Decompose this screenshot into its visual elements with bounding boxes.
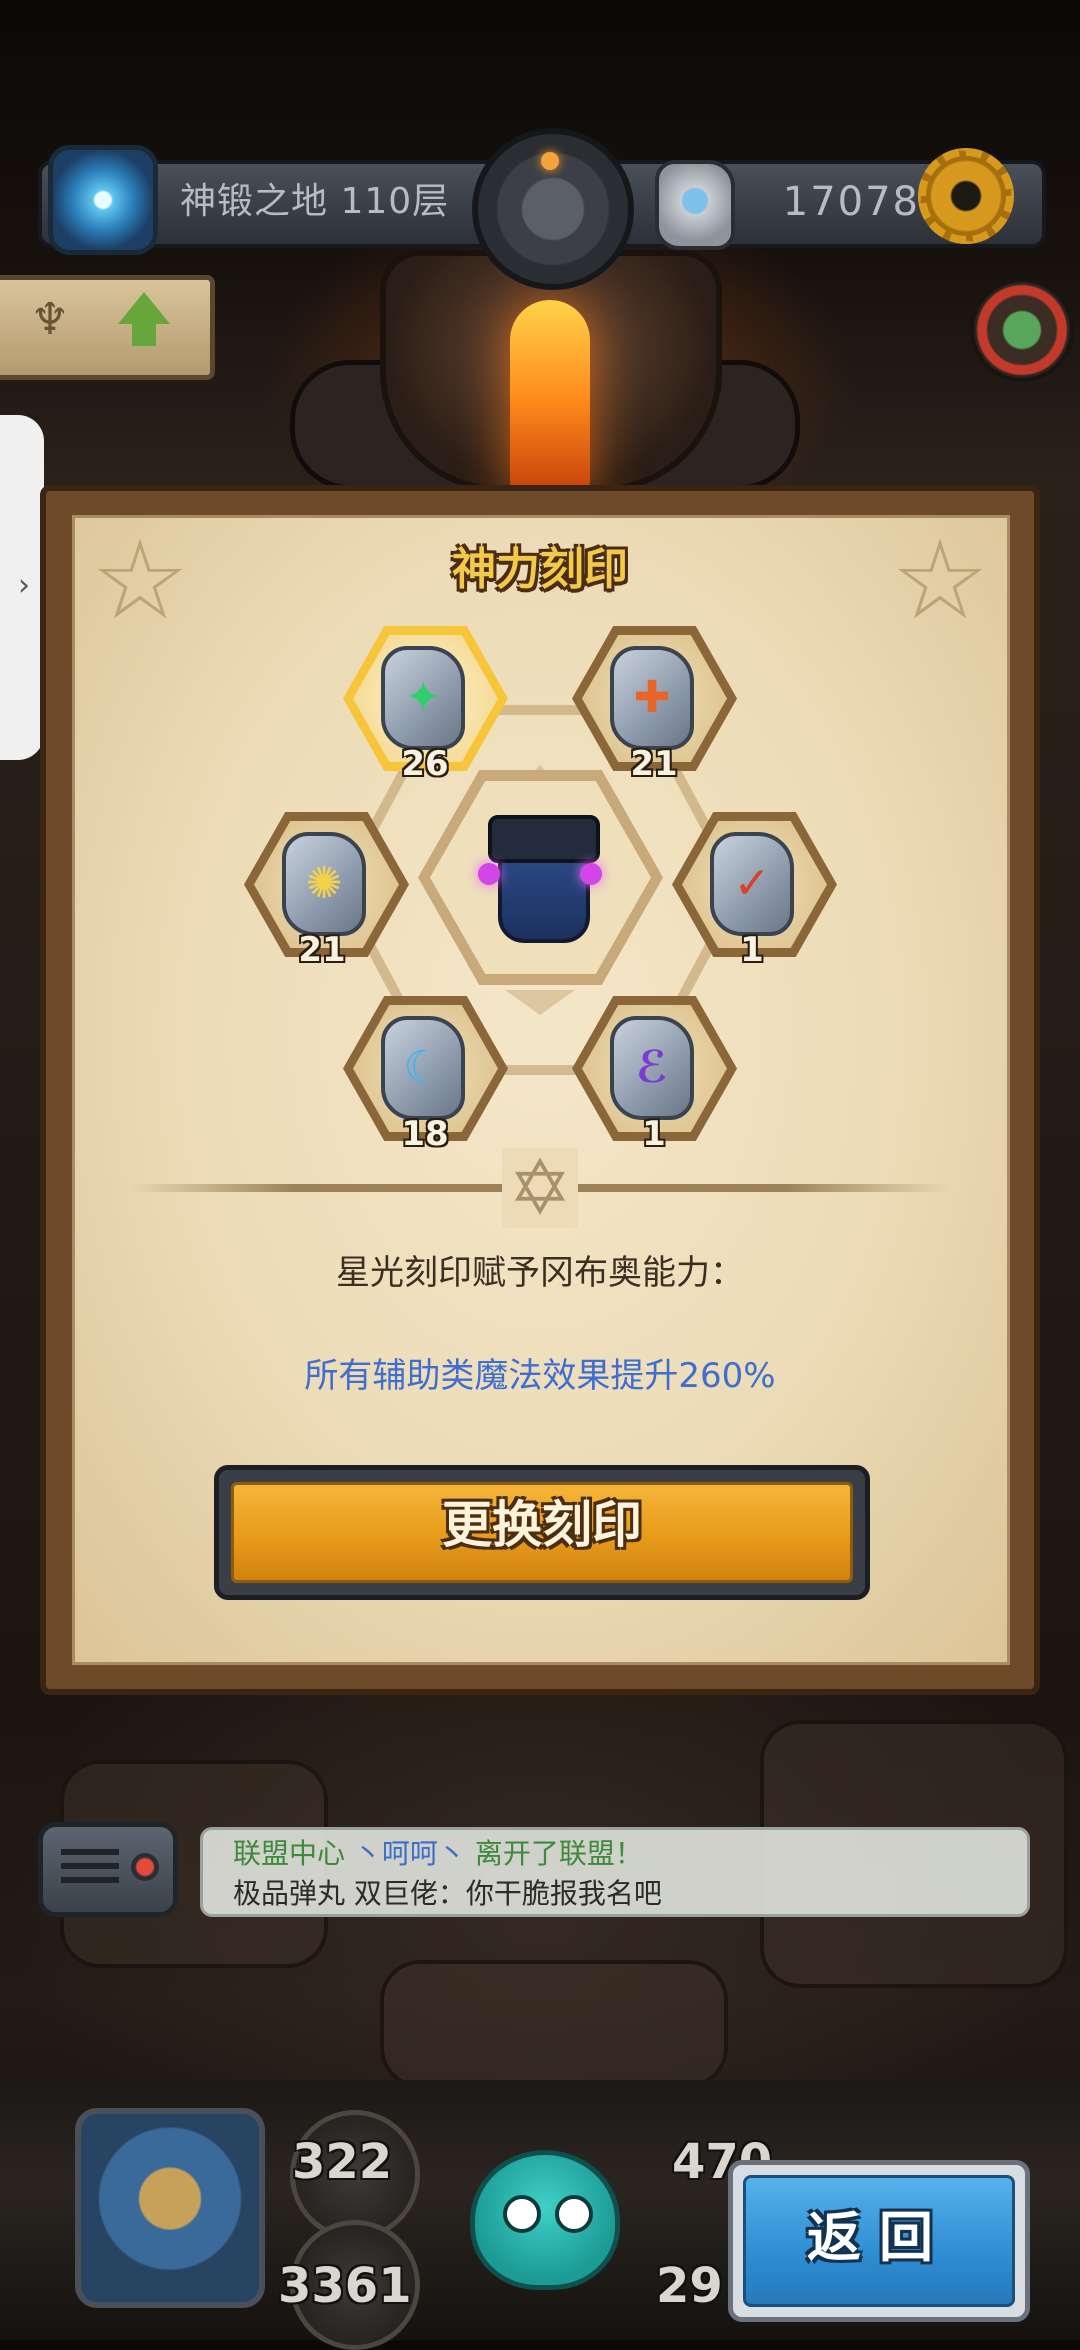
change-engraving-label: 更换刻印 [442, 1496, 642, 1554]
currency-value: 17078 [782, 179, 920, 225]
chat-box[interactable]: 联盟中心 丶呵呵丶 离开了联盟！ 极品弹丸 双巨佬：你干脆报我名吧 [200, 1827, 1030, 1917]
sun-rune-icon: ✺ [305, 858, 343, 909]
shadow-rune-icon: ℰ [635, 1042, 669, 1093]
stat-value: 3361 [278, 2258, 412, 2314]
chat-channel: 联盟中心 [233, 1837, 346, 1870]
corner-star-ornament: ☆ [90, 516, 190, 644]
rune-count-sun: 21 [298, 930, 346, 970]
monster-portrait-button[interactable] [970, 278, 1074, 382]
rune-count-shadow: 1 [642, 1114, 666, 1154]
rune-count-star: 26 [401, 744, 449, 784]
chevron-right-icon[interactable]: › [12, 568, 36, 604]
hero-portrait-button[interactable] [75, 2108, 265, 2308]
rune-stone-currency-icon [655, 160, 735, 250]
chat-line: 联盟中心 丶呵呵丶 离开了联盟！ [233, 1834, 643, 1874]
up-arrow-icon [118, 292, 170, 324]
hexagram-icon: ✡ [502, 1148, 578, 1228]
chat-username: 丶呵呵丶 [353, 1837, 466, 1870]
chat-message: 离开了联盟！ [474, 1837, 643, 1870]
effect-title: 星光刻印赋予冈布奥能力： [336, 1253, 744, 1293]
armor-icon [470, 815, 610, 943]
stat-value: 322 [292, 2134, 393, 2190]
moon-rune-icon: ☾ [403, 1042, 443, 1093]
change-engraving-button[interactable]: 更换刻印 [214, 1465, 870, 1600]
rune-count-moon: 18 [401, 1114, 449, 1154]
stat-value: 29 [656, 2258, 723, 2314]
mascot-icon[interactable] [470, 2150, 620, 2290]
radio-icon[interactable] [38, 1822, 178, 1917]
forge-medal-icon[interactable] [472, 128, 634, 290]
rune-count-fire: 21 [630, 744, 678, 784]
fire-rune-icon: ✚ [633, 672, 671, 723]
gear-icon[interactable] [918, 148, 1014, 244]
star-rune-icon: ✦ [404, 672, 442, 723]
effect-description: 所有辅助类魔法效果提升260% [304, 1356, 776, 1396]
chat-message: 双巨佬：你干脆报我名吧 [353, 1877, 662, 1910]
chat-line: 极品弹丸 双巨佬：你干脆报我名吧 [233, 1874, 662, 1914]
candelabra-icon: ♆ [30, 294, 70, 345]
rune-count-blood: 1 [740, 930, 764, 970]
panel-title: 神力刻印 [452, 544, 628, 595]
blood-rune-icon: ✓ [733, 858, 771, 909]
back-button[interactable]: 返回 [728, 2160, 1030, 2322]
up-arrow-stem [132, 322, 156, 346]
portal-icon[interactable] [48, 145, 158, 255]
chat-sender: 极品弹丸 [233, 1877, 346, 1910]
corner-star-ornament: ☆ [890, 516, 990, 644]
floor-label: 神锻之地 110层 [180, 181, 450, 222]
floor-stone [380, 1960, 728, 2088]
molten-metal [510, 300, 590, 500]
back-button-label: 返回 [807, 2206, 951, 2269]
